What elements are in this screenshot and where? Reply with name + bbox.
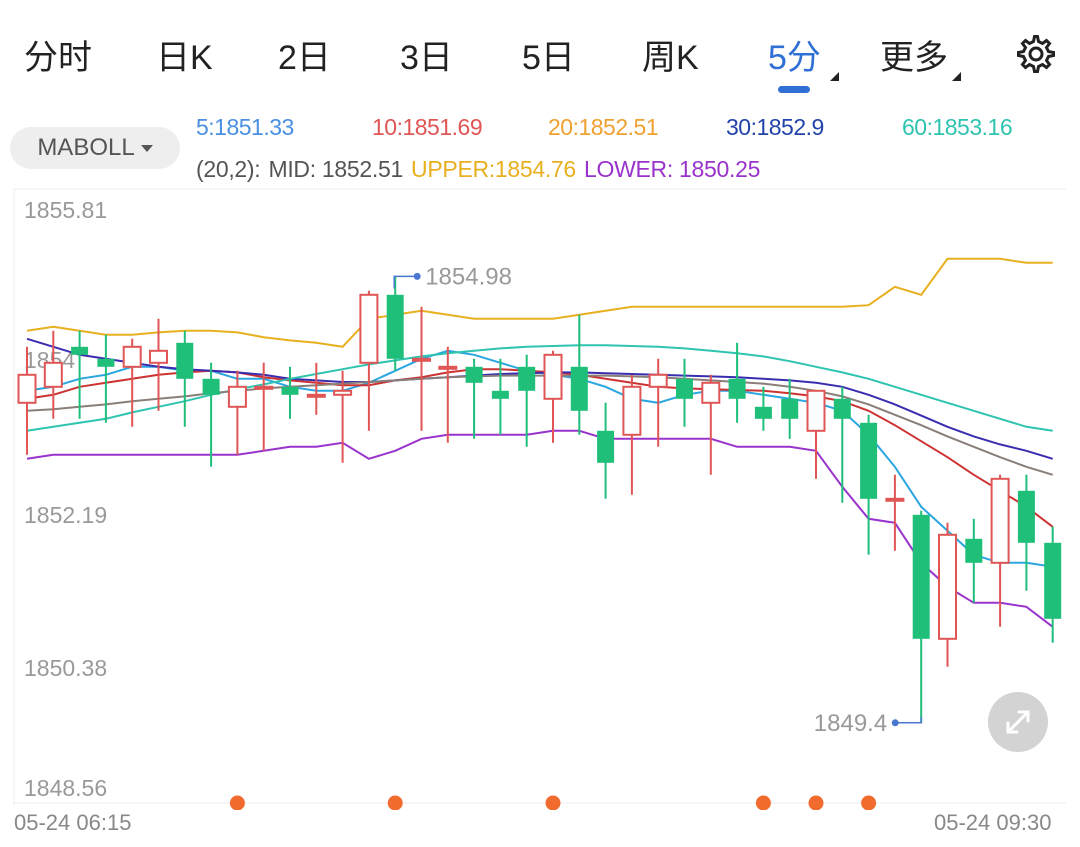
event-dot[interactable] xyxy=(861,795,877,811)
candle-body[interactable] xyxy=(543,353,563,400)
event-dot[interactable] xyxy=(755,795,771,811)
candle-body[interactable] xyxy=(833,398,851,419)
low-price-label: 1849.4 xyxy=(814,710,887,737)
candle-body[interactable] xyxy=(701,381,721,404)
indicator-line-20 xyxy=(26,257,1053,348)
candle-body[interactable] xyxy=(676,378,693,399)
x-label-end: 05-24 09:30 xyxy=(934,810,1052,835)
ma-10-value: 10:1851.69 xyxy=(372,114,483,140)
fullscreen-button[interactable] xyxy=(988,692,1048,752)
tab-more[interactable]: 更多 xyxy=(880,30,948,79)
ma-5-value: 5:1851.33 xyxy=(196,114,294,140)
y-axis-tick-label: 1852.19 xyxy=(24,502,107,528)
candle-body[interactable] xyxy=(990,477,1010,564)
candle-body[interactable] xyxy=(122,345,142,368)
candlestick-chart[interactable]: 1855.8118541852.191850.381848.561854.981… xyxy=(0,185,1080,810)
boll-lower: LOWER: 1850.25 xyxy=(584,156,761,182)
event-dot[interactable] xyxy=(229,795,245,811)
period-tab-bar: 分时 日K 2日 3日 5日 周K 5分 更多 xyxy=(0,0,1080,110)
tab-timeshare[interactable]: 分时 xyxy=(24,30,92,79)
candle-body[interactable] xyxy=(202,378,220,395)
candle-body[interactable] xyxy=(781,398,799,419)
candle-body[interactable] xyxy=(597,430,615,463)
expand-icon xyxy=(1006,710,1030,734)
candle-body[interactable] xyxy=(728,378,746,399)
candle-body[interactable] xyxy=(97,358,115,367)
candle-body[interactable] xyxy=(227,385,247,408)
candle-body[interactable] xyxy=(438,365,458,370)
gear-icon[interactable] xyxy=(1016,34,1056,74)
event-dot[interactable] xyxy=(387,795,403,811)
candle-body[interactable] xyxy=(17,373,37,404)
tab-daily-k[interactable]: 日K xyxy=(156,30,213,79)
candle-body[interactable] xyxy=(754,406,772,419)
indicator-line-mid xyxy=(26,374,1053,476)
high-marker-dot xyxy=(413,272,421,280)
candle-body[interactable] xyxy=(912,514,930,639)
high-price-label: 1854.98 xyxy=(425,263,512,290)
candle-body[interactable] xyxy=(1017,490,1035,543)
tab-5-min[interactable]: 5分 xyxy=(768,30,821,79)
candle-body[interactable] xyxy=(254,385,274,390)
boll-params: (20,2): xyxy=(196,156,261,182)
candle-body[interactable] xyxy=(465,366,483,383)
boll-upper: UPPER:1854.76 xyxy=(411,156,576,182)
candle-body[interactable] xyxy=(622,385,642,436)
candle-body[interactable] xyxy=(412,357,431,362)
candle-body[interactable] xyxy=(281,386,299,395)
candle-body[interactable] xyxy=(149,349,168,364)
indicator-line-10 xyxy=(26,368,1054,528)
dropdown-corner-icon xyxy=(952,72,961,81)
candle-body[interactable] xyxy=(386,294,404,359)
event-dot[interactable] xyxy=(808,795,824,811)
candle-body[interactable] xyxy=(648,373,668,388)
caret-down-icon xyxy=(140,144,153,152)
ma-30-value: 30:1852.9 xyxy=(726,114,824,140)
tab-2-day[interactable]: 2日 xyxy=(278,30,331,79)
candle-body[interactable] xyxy=(359,293,379,364)
tab-3-day[interactable]: 3日 xyxy=(400,30,453,79)
y-axis-tick-label: 1848.56 xyxy=(24,775,107,801)
candle-body[interactable] xyxy=(885,497,905,502)
candle-body[interactable] xyxy=(570,366,588,411)
event-dot[interactable] xyxy=(545,795,561,811)
ma-60-value: 60:1853.16 xyxy=(902,114,1013,140)
candle-body[interactable] xyxy=(43,361,63,388)
tab-5-day[interactable]: 5日 xyxy=(522,30,575,79)
candle-body[interactable] xyxy=(806,389,826,432)
boll-mid: MID: 1852.51 xyxy=(268,156,403,182)
ma-20-value: 20:1852.51 xyxy=(548,114,659,140)
candle-body[interactable] xyxy=(1044,542,1062,619)
active-tab-indicator xyxy=(778,86,810,93)
candle-body[interactable] xyxy=(965,538,983,563)
candle-body[interactable] xyxy=(176,342,194,379)
candle-body[interactable] xyxy=(491,390,509,399)
indicator-selector[interactable]: MABOLL xyxy=(10,127,180,169)
indicator-label: MABOLL xyxy=(37,134,135,161)
candle-body[interactable] xyxy=(518,366,536,391)
high-marker-line xyxy=(393,275,418,289)
indicator-line-lower xyxy=(26,429,1054,628)
boll-values: (20,2): MID: 1852.51 UPPER:1854.76 LOWER… xyxy=(196,156,762,183)
tab-weekly-k[interactable]: 周K xyxy=(642,30,699,79)
indicator-line-5 xyxy=(26,349,1053,568)
x-label-start: 05-24 06:15 xyxy=(14,810,132,835)
dropdown-corner-icon xyxy=(830,72,839,81)
candle-body[interactable] xyxy=(860,422,878,499)
low-marker-line xyxy=(895,716,922,724)
low-marker-dot xyxy=(891,719,899,727)
candle-body[interactable] xyxy=(71,346,89,355)
candle-body[interactable] xyxy=(306,393,326,398)
candle-body[interactable] xyxy=(333,389,353,396)
y-axis-tick-label: 1850.38 xyxy=(24,655,107,681)
y-axis-tick-label: 1855.81 xyxy=(24,197,107,223)
candle-body[interactable] xyxy=(938,533,957,640)
